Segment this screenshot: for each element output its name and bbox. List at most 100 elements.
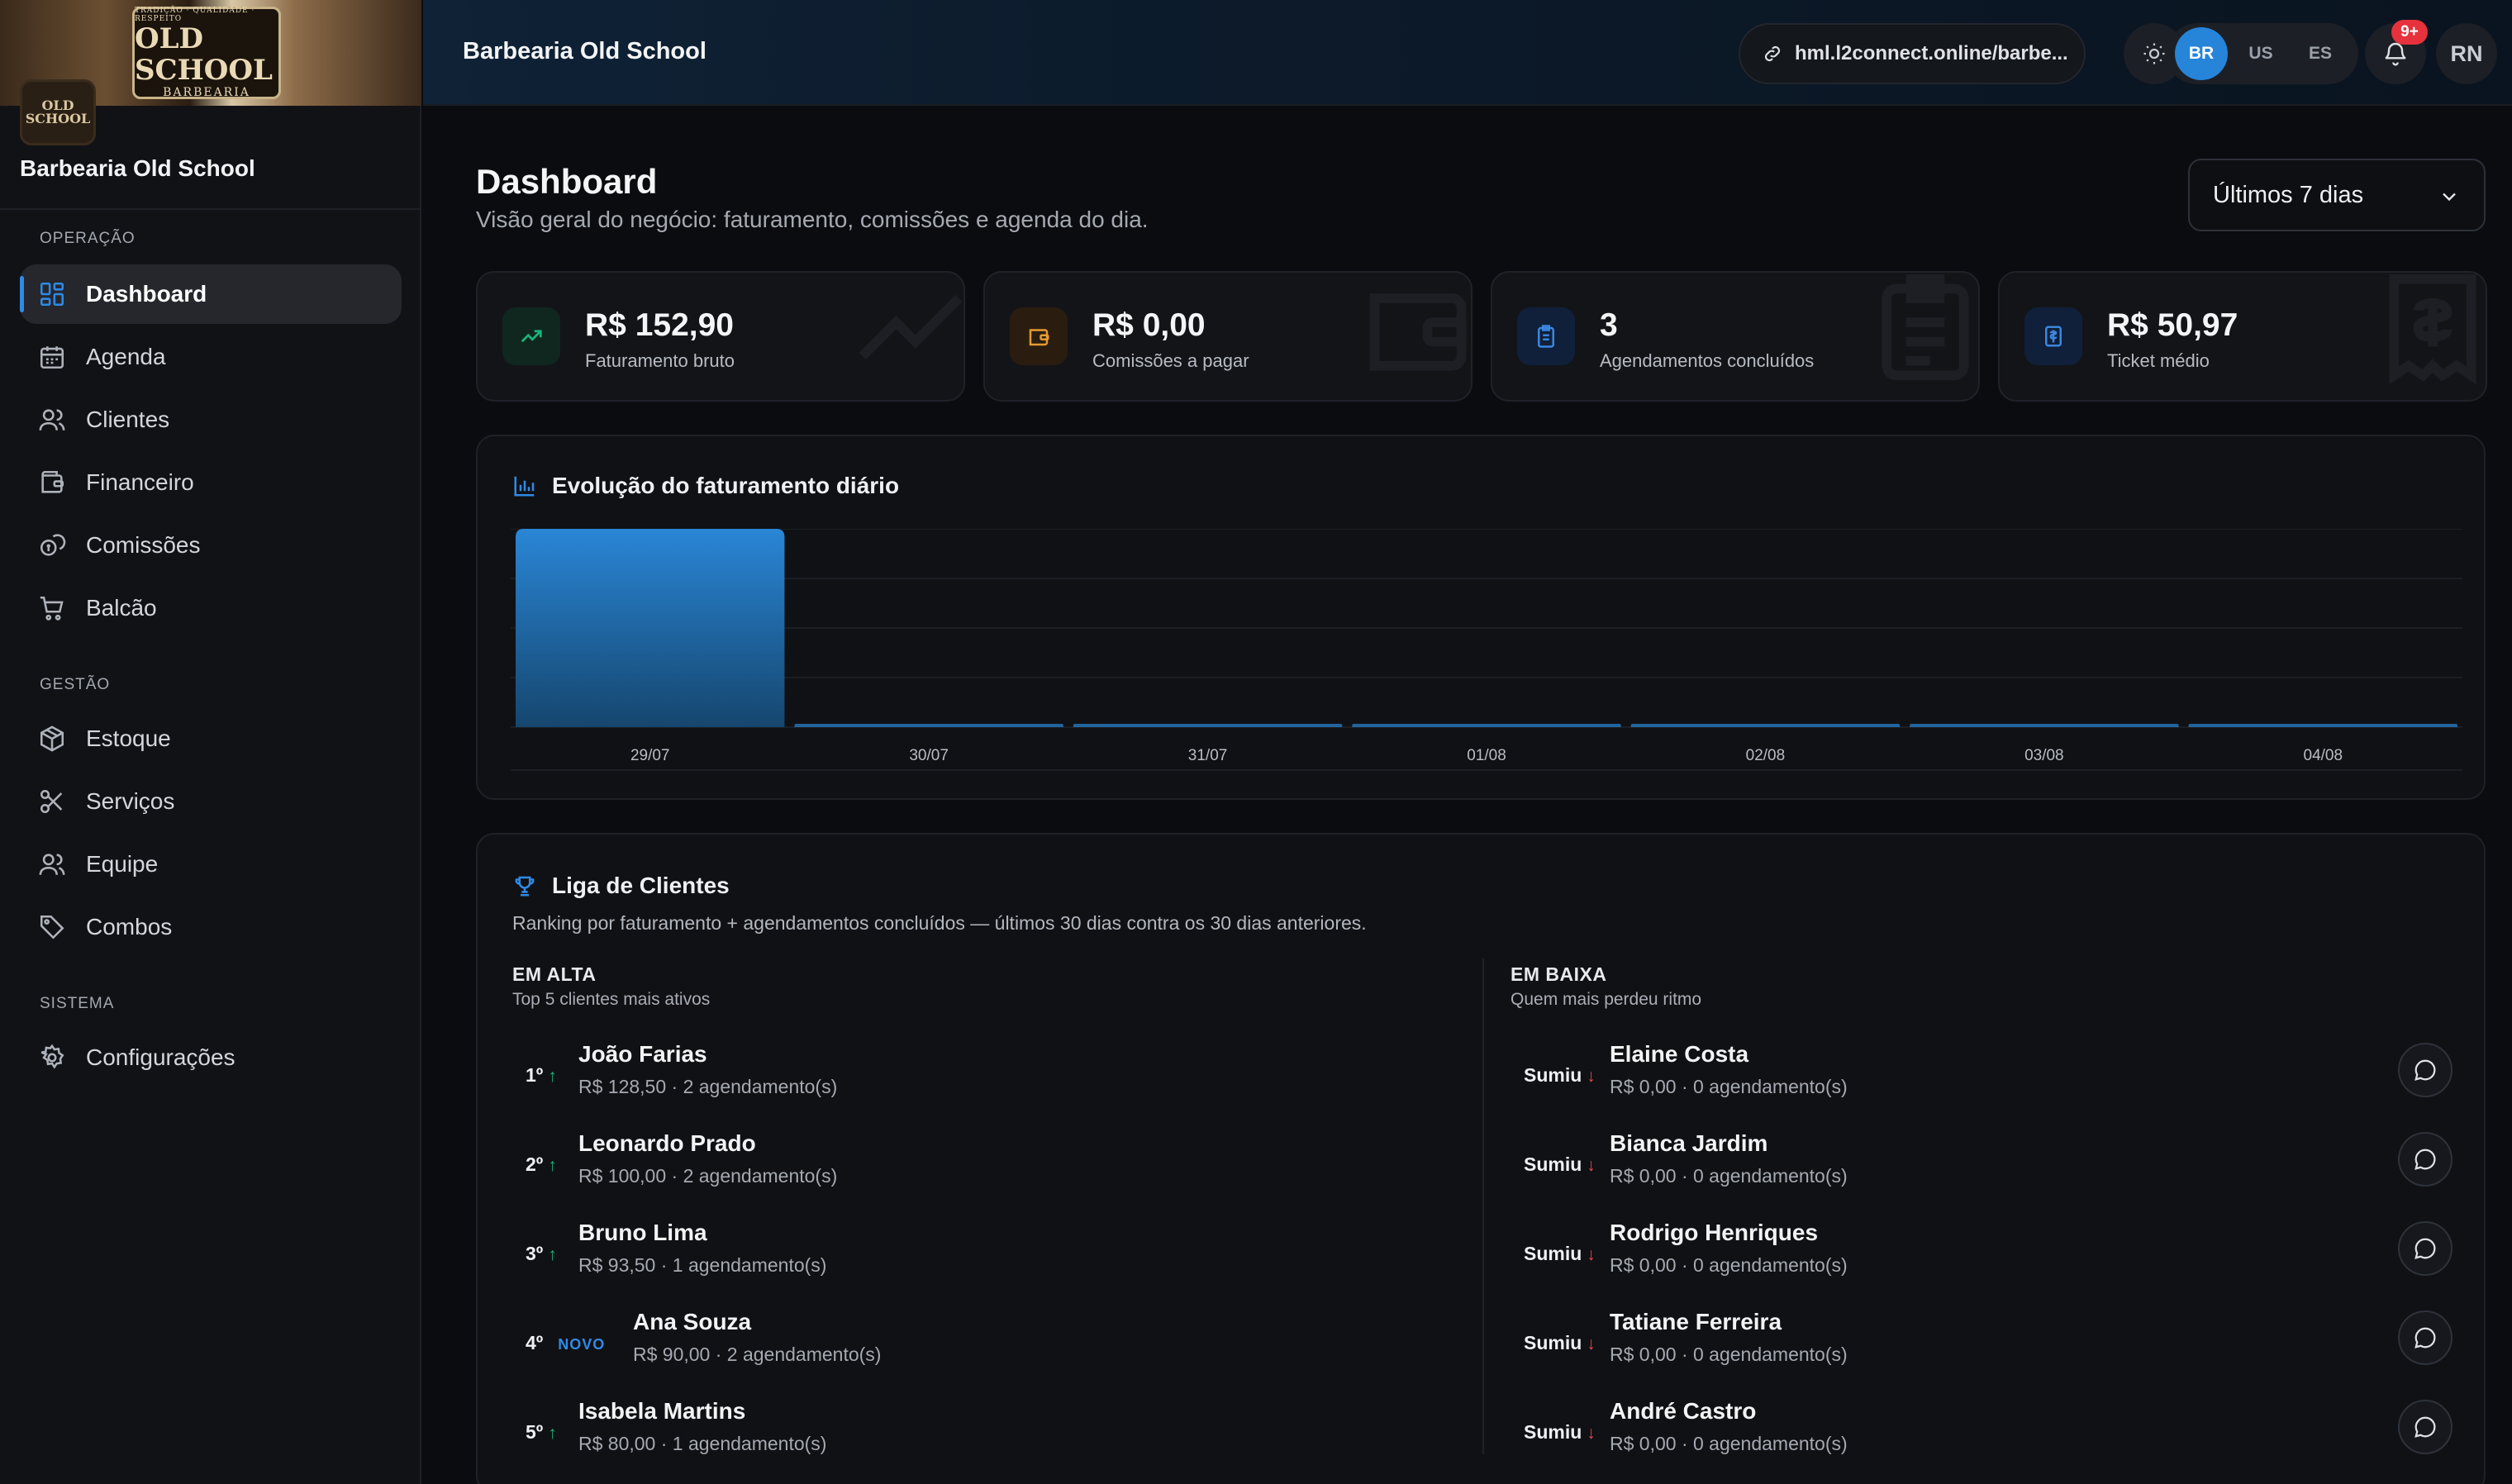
lang-es[interactable]: ES — [2294, 27, 2347, 80]
sidebar-item-configuracoes[interactable]: Configurações — [20, 1028, 402, 1087]
chart-title: Evolução do faturamento diário — [512, 473, 899, 499]
period-select[interactable]: Últimos 7 dias — [2188, 159, 2486, 231]
sidebar-item-clientes[interactable]: Clientes — [20, 390, 402, 449]
public-link-button[interactable]: hml.l2connect.online/barbe... — [1739, 23, 2086, 84]
league-up-row[interactable]: 4º NOVO Ana Souza R$ 90,00 · 2 agendamento(… — [512, 1309, 1454, 1398]
league-subtitle: Ranking por faturamento + agendamentos c… — [512, 912, 1367, 934]
team-icon — [38, 850, 66, 878]
lang-br[interactable]: BR — [2175, 27, 2228, 80]
public-link-url: hml.l2connect.online/barbe... — [1795, 42, 2068, 64]
chart-x-tick-label: 02/08 — [1746, 747, 1786, 764]
client-stats: R$ 0,00 · 0 agendamento(s) — [1610, 1165, 1848, 1187]
rank-position-text: 3º — [526, 1243, 544, 1264]
message-client-button[interactable] — [2398, 1132, 2453, 1187]
chart-bar-29-07[interactable] — [516, 529, 785, 727]
message-client-button[interactable] — [2398, 1221, 2453, 1276]
chart-x-tick-label: 31/07 — [1188, 747, 1228, 764]
calendar-icon — [38, 343, 66, 371]
sidebar-item-label: Serviços — [86, 788, 175, 814]
chart-bar-03-08[interactable] — [1910, 724, 2179, 727]
sidebar-item-label: Clientes — [86, 407, 170, 432]
sidebar-item-servicos[interactable]: Serviços — [20, 772, 402, 831]
sidebar-item-agenda[interactable]: Agenda — [20, 327, 402, 387]
chart-bar-30-07[interactable] — [794, 724, 1063, 727]
language-switcher: BR US ES — [2167, 23, 2358, 84]
chart-bar-01-08[interactable] — [1352, 724, 1621, 727]
client-name: Elaine Costa — [1610, 1041, 1749, 1067]
arrow-down-icon: ↓ — [1587, 1067, 1596, 1086]
sidebar-item-balcao[interactable]: Balcão — [20, 578, 402, 638]
sidebar-section-operacao: OPERAÇÃO — [40, 230, 136, 247]
chart-bar-31-07[interactable] — [1073, 724, 1343, 727]
stat-card-agendamentos: 3 Agendamentos concluídos — [1491, 271, 1980, 402]
league-up-row[interactable]: 1º ↑ João Farias R$ 128,50 · 2 agendamento(… — [512, 1041, 1454, 1130]
rank-status-text: Sumiu — [1524, 1332, 1582, 1353]
tag-icon — [38, 913, 66, 941]
message-client-button[interactable] — [2398, 1310, 2453, 1365]
chart-bar-04-08[interactable] — [2188, 724, 2457, 727]
receipt-icon — [2024, 307, 2082, 365]
league-down-row[interactable]: Sumiu ↓ Rodrigo Henriques R$ 0,00 · 0 agend… — [1511, 1220, 2486, 1309]
chat-icon — [2414, 1059, 2436, 1081]
rank-position-text: 5º — [526, 1421, 544, 1443]
arrow-up-icon: ↑ — [548, 1245, 557, 1264]
rank-position: 4º NOVO — [526, 1332, 605, 1354]
client-name: Isabela Martins — [578, 1398, 746, 1424]
arrow-up-icon: ↑ — [548, 1156, 557, 1175]
sidebar-item-label: Dashboard — [86, 281, 207, 307]
client-stats: R$ 80,00 · 1 agendamento(s) — [578, 1433, 827, 1454]
trophy-icon — [515, 876, 535, 897]
sidebar-item-dashboard[interactable]: Dashboard — [20, 264, 402, 324]
league-up-row[interactable]: 5º ↑ Isabela Martins R$ 80,00 · 1 agendamen… — [512, 1398, 1454, 1484]
message-client-button[interactable] — [2398, 1400, 2453, 1454]
rank-position: 2º ↑ — [526, 1153, 557, 1176]
arrow-up-icon: ↑ — [548, 1067, 557, 1086]
chat-icon — [2414, 1416, 2436, 1438]
chart-x-tick-label: 29/07 — [630, 747, 670, 764]
client-name: Ana Souza — [633, 1309, 752, 1334]
league-down-row[interactable]: Sumiu ↓ André Castro R$ 0,00 · 0 agendament… — [1511, 1398, 2486, 1484]
notifications-badge: 9+ — [2391, 20, 2428, 45]
sidebar-item-combos[interactable]: Combos — [20, 897, 402, 957]
rank-status-text: Sumiu — [1524, 1153, 1582, 1175]
sidebar-item-label: Comissões — [86, 532, 201, 558]
rank-status: Sumiu ↓ — [1524, 1064, 1596, 1087]
message-client-button[interactable] — [2398, 1043, 2453, 1097]
chart-bar-02-08[interactable] — [1630, 724, 1901, 727]
sidebar-item-financeiro[interactable]: Financeiro — [20, 453, 402, 512]
revenue-bar-chart: 29/07 30/07 31/07 01/08 02/08 03/08 04/08 — [511, 529, 2462, 771]
rank-status: Sumiu ↓ — [1524, 1153, 1596, 1176]
sidebar-item-comissoes[interactable]: Comissões — [20, 516, 402, 575]
stat-card-comissoes: R$ 0,00 Comissões a pagar — [983, 271, 1472, 402]
cart-icon — [38, 594, 66, 622]
league-down-row[interactable]: Sumiu ↓ Elaine Costa R$ 0,00 · 0 agendament… — [1511, 1041, 2486, 1130]
banner-logo-sub: BARBEARIA — [163, 86, 250, 99]
sidebar-item-label: Combos — [86, 914, 173, 939]
wallet-icon — [38, 469, 66, 497]
chevron-down-icon — [2443, 193, 2456, 202]
user-avatar[interactable]: RN — [2436, 23, 2497, 84]
client-stats: R$ 100,00 · 2 agendamento(s) — [578, 1165, 838, 1187]
client-league-panel: Liga de Clientes Ranking por faturamento… — [476, 833, 2486, 1484]
sidebar-divider — [0, 208, 421, 210]
trend-up-watermark-icon — [859, 294, 963, 360]
league-down-row[interactable]: Sumiu ↓ Bianca Jardim R$ 0,00 · 0 agendamen… — [1511, 1130, 2486, 1220]
rank-position: 5º ↑ — [526, 1421, 557, 1444]
sidebar-item-equipe[interactable]: Equipe — [20, 835, 402, 894]
lang-us[interactable]: US — [2234, 27, 2287, 80]
receipt-watermark-icon — [2389, 273, 2476, 385]
brand-logo-badge[interactable]: OLD SCHOOL — [20, 79, 96, 145]
rank-status-text: Sumiu — [1524, 1064, 1582, 1086]
sidebar-item-label: Configurações — [86, 1044, 236, 1070]
sidebar-section-gestao: GESTÃO — [40, 676, 111, 693]
league-down-subheading: Quem mais perdeu ritmo — [1511, 990, 1702, 1009]
client-stats: R$ 90,00 · 2 agendamento(s) — [633, 1344, 882, 1365]
trend-up-icon — [502, 307, 560, 365]
league-up-row[interactable]: 3º ↑ Bruno Lima R$ 93,50 · 1 agendamento(s) — [512, 1220, 1454, 1309]
rank-position-text: 4º — [526, 1332, 544, 1353]
client-name: Bruno Lima — [578, 1220, 707, 1245]
rank-position: 3º ↑ — [526, 1243, 557, 1265]
sidebar-item-estoque[interactable]: Estoque — [20, 709, 402, 768]
league-up-row[interactable]: 2º ↑ Leonardo Prado R$ 100,00 · 2 agendamen… — [512, 1130, 1454, 1220]
league-down-row[interactable]: Sumiu ↓ Tatiane Ferreira R$ 0,00 · 0 agenda… — [1511, 1309, 2486, 1398]
